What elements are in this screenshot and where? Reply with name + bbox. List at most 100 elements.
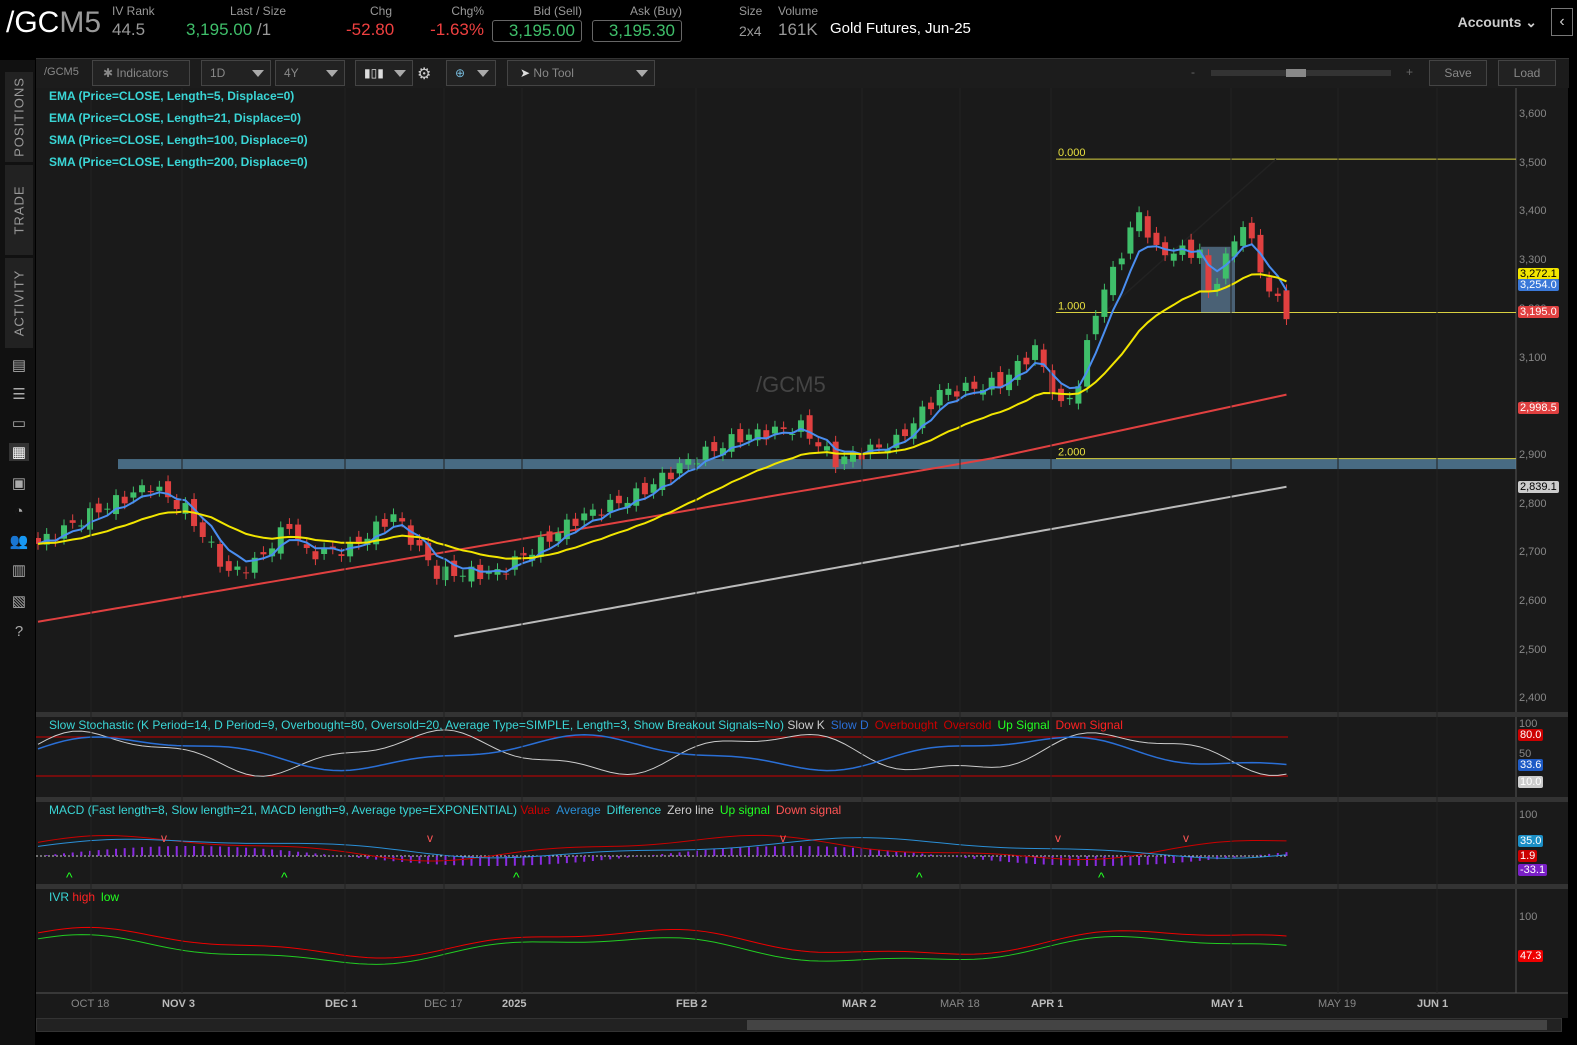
- people-icon[interactable]: 👥: [9, 532, 29, 550]
- change: Chg -52.80: [346, 4, 395, 39]
- candle: [87, 508, 94, 530]
- fib-label: 2.000: [1058, 447, 1086, 459]
- list-icon[interactable]: ☰: [9, 385, 29, 403]
- candle: [875, 444, 882, 448]
- tv-icon[interactable]: ▭: [9, 414, 29, 432]
- candle: [208, 541, 215, 543]
- legend-item: Value: [520, 803, 551, 817]
- study-ema21[interactable]: EMA (Price=CLOSE, Length=21, Displace=0): [49, 111, 301, 125]
- candle: [902, 429, 908, 437]
- save-button[interactable]: Save: [1429, 60, 1487, 86]
- charts-icon[interactable]: ▦: [9, 443, 29, 461]
- fib-label: 0.000: [1058, 147, 1086, 159]
- candle: [737, 429, 744, 443]
- candle: [173, 499, 180, 510]
- date-tick: MAY 1: [1211, 998, 1244, 1010]
- stoch-title[interactable]: Slow Stochastic (K Period=14, D Period=9…: [49, 718, 1129, 732]
- candle: [555, 533, 562, 542]
- sma200-line: [453, 485, 1287, 638]
- zoom-in-button[interactable]: +: [1406, 65, 1413, 79]
- horizontal-scrollbar[interactable]: [36, 1018, 1562, 1032]
- candle: [1188, 239, 1195, 258]
- candle: [641, 482, 648, 495]
- candle: [399, 518, 406, 522]
- legend-item: Up Signal: [997, 718, 1050, 732]
- study-ema5[interactable]: EMA (Price=CLOSE, Length=5, Displace=0): [49, 89, 294, 103]
- price-tick: 3,600: [1519, 108, 1547, 120]
- globe-icon: ⊕: [455, 66, 466, 80]
- price-tick: 3,100: [1519, 351, 1547, 364]
- tab-trade[interactable]: TRADE: [5, 165, 33, 255]
- candle: [815, 442, 822, 447]
- candle: [260, 552, 267, 555]
- candle: [971, 381, 978, 389]
- legend-item: high: [72, 890, 96, 904]
- trend-line: [1095, 158, 1277, 321]
- change-percent: Chg% -1.63%: [430, 4, 484, 39]
- candle: [243, 572, 250, 574]
- calculator-icon[interactable]: ▧: [9, 592, 29, 610]
- ema5-line: [37, 243, 1288, 573]
- ivr-title[interactable]: IVR high low: [49, 890, 125, 904]
- macd-title[interactable]: MACD (Fast length=8, Slow length=21, MAC…: [49, 803, 847, 817]
- candle: [217, 544, 224, 567]
- collapse-button[interactable]: ‹: [1551, 8, 1573, 36]
- candle: [1283, 290, 1290, 320]
- symbol[interactable]: /GCM5: [6, 6, 101, 40]
- zoom-slider[interactable]: [1211, 69, 1391, 77]
- help-icon[interactable]: ?: [9, 623, 29, 641]
- candle: [1274, 293, 1281, 296]
- candle: [78, 525, 85, 527]
- study-sma200[interactable]: SMA (Price=CLOSE, Length=200, Displace=0…: [49, 155, 308, 169]
- accounts-menu[interactable]: Accounts ⌄: [1458, 14, 1537, 31]
- candle: [1170, 253, 1177, 261]
- candle: [147, 491, 154, 493]
- candle: [69, 520, 76, 523]
- price-tick: 2,900: [1519, 448, 1547, 461]
- candle: [1144, 216, 1151, 238]
- down-signal-icon: v: [780, 831, 786, 845]
- candle: [546, 531, 553, 542]
- zoom-out-button[interactable]: -: [1191, 65, 1195, 79]
- up-signal-icon: ^: [281, 869, 288, 885]
- candle: [1240, 227, 1247, 246]
- candle: [390, 514, 397, 522]
- down-signal-icon: v: [427, 831, 433, 845]
- tab-activity[interactable]: ACTIVITY: [5, 258, 33, 348]
- ask[interactable]: Ask (Buy) 3,195.30: [592, 4, 682, 42]
- legend-item: Slow D: [830, 718, 869, 732]
- candle: [945, 388, 952, 395]
- price-tick: 2,700: [1519, 546, 1547, 559]
- calendar-icon[interactable]: ▥: [9, 561, 29, 579]
- value-label: 47.3: [1518, 950, 1544, 962]
- date-tick: DEC 1: [325, 998, 358, 1010]
- candle: [572, 518, 579, 526]
- legend-item: Slow K: [787, 718, 825, 732]
- candle: [711, 442, 718, 452]
- settings-icon[interactable]: ⚙: [417, 64, 431, 84]
- ivr-high-line: [37, 926, 1287, 959]
- drawing-style-select[interactable]: ⊕: [446, 60, 496, 86]
- macd-value-line: [37, 834, 1287, 862]
- chart-type-select[interactable]: ▮▯▮: [355, 60, 413, 86]
- indicators-button[interactable]: ✱ Indicators: [92, 60, 190, 86]
- grid-icon[interactable]: ▣: [9, 474, 29, 492]
- load-button[interactable]: Load: [1498, 60, 1556, 86]
- candle: [459, 575, 466, 577]
- study-sma100[interactable]: SMA (Price=CLOSE, Length=100, Displace=0…: [49, 133, 308, 147]
- bid[interactable]: Bid (Sell) 3,195.00: [492, 4, 582, 42]
- candle: [676, 463, 683, 474]
- timeframe-select[interactable]: 4Y: [275, 60, 345, 86]
- candle: [598, 514, 605, 516]
- tab-positions[interactable]: POSITIONS: [5, 72, 33, 162]
- chart-area[interactable]: 0.000 1.000 2.000 ^ ^ ^ ^ ^ v v v v v EMA (Price=CLO…: [36, 88, 1568, 1018]
- down-signal-icon: v: [161, 831, 167, 845]
- gauge-icon[interactable]: ◔: [9, 503, 29, 521]
- scrollbar-thumb[interactable]: [747, 1020, 1547, 1030]
- candle: [95, 503, 102, 513]
- monitor-icon[interactable]: ▤: [9, 356, 29, 374]
- drawing-tool-select[interactable]: ➤ No Tool: [507, 60, 655, 86]
- aggregation-select[interactable]: 1D: [201, 60, 271, 86]
- candle: [615, 495, 622, 504]
- chart-canvas[interactable]: 0.000 1.000 2.000 ^ ^ ^ ^ ^ v v v v v: [36, 88, 1568, 1018]
